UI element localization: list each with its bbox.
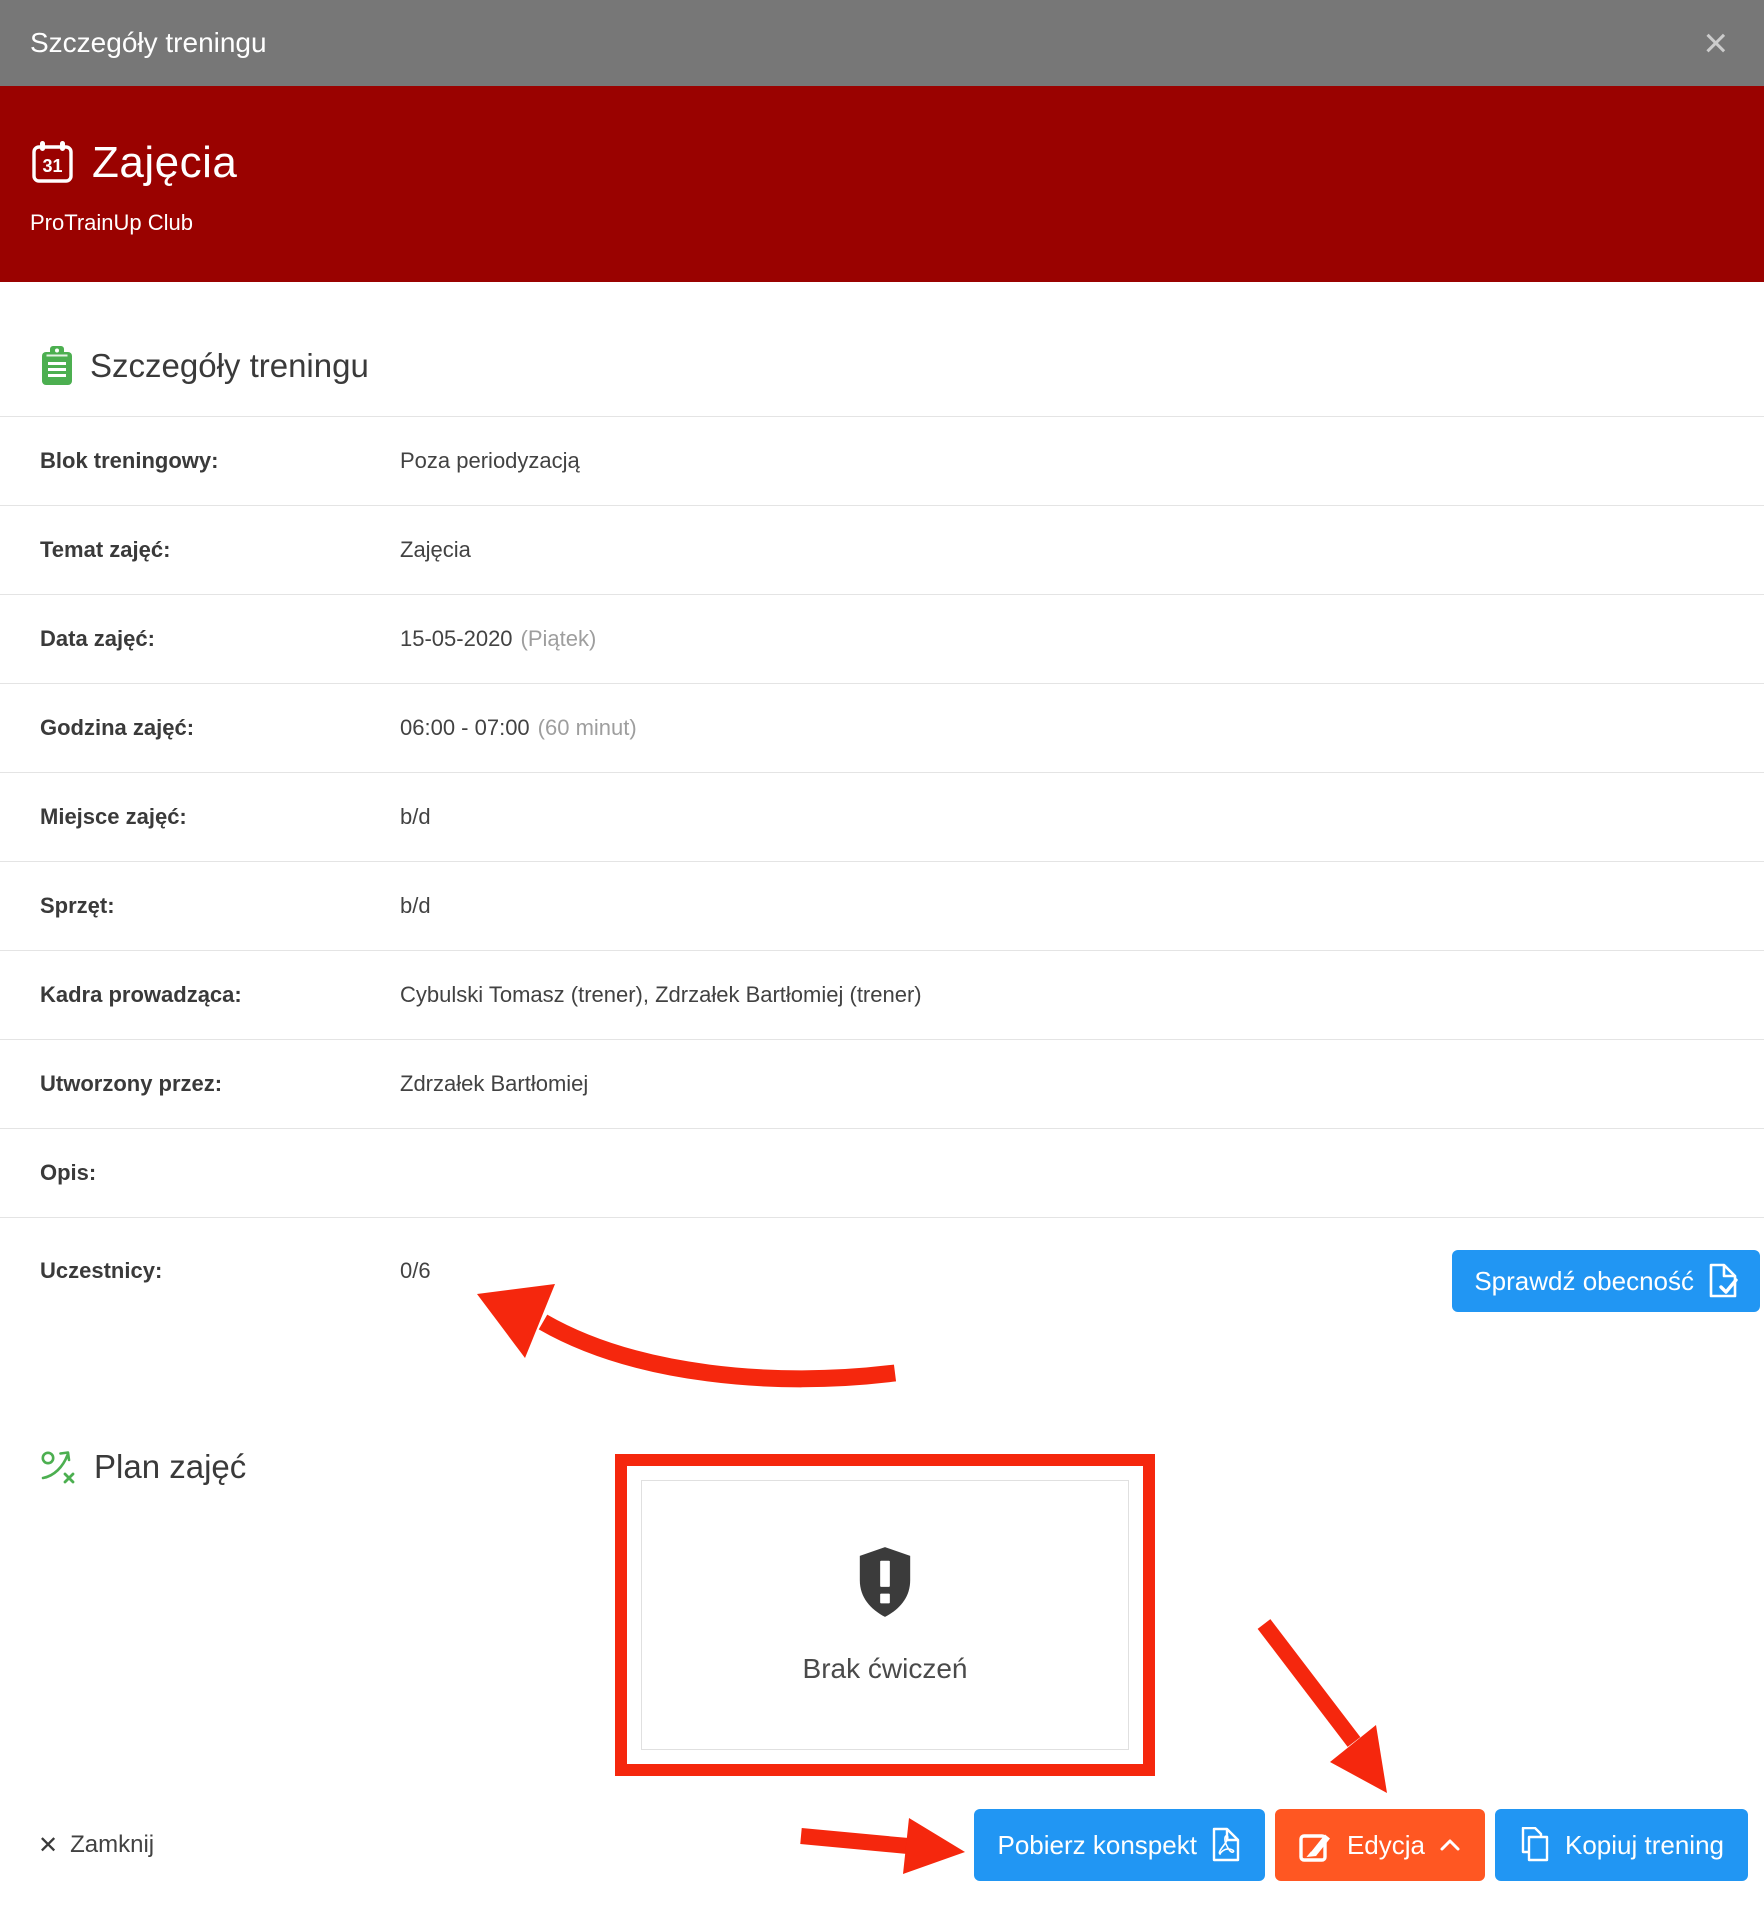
participants-row: Uczestnicy: 0/6 Sprawdź obecność: [0, 1218, 1764, 1424]
detail-row: Temat zajęć:Zajęcia: [0, 506, 1764, 595]
clipboard-icon: [40, 346, 74, 386]
row-value-muted: (Piątek): [521, 626, 597, 652]
row-label: Data zajęć:: [40, 626, 400, 652]
edit-pencil-icon: [1299, 1828, 1333, 1862]
check-attendance-button[interactable]: Sprawdź obecność: [1452, 1250, 1760, 1312]
svg-text:31: 31: [42, 156, 62, 176]
plan-heading-label: Plan zajęć: [94, 1448, 246, 1486]
details-section-heading: Szczegóły treningu: [40, 346, 1734, 386]
details-rows: Blok treningowy:Poza periodyzacjąTemat z…: [0, 417, 1764, 1218]
close-x-icon: ✕: [38, 1831, 58, 1860]
details-heading-label: Szczegóły treningu: [90, 347, 369, 385]
row-value: b/d: [400, 893, 431, 919]
chevron-up-icon: [1439, 1838, 1461, 1852]
copy-training-button[interactable]: Kopiuj trening: [1495, 1809, 1748, 1881]
row-value: b/d: [400, 804, 431, 830]
row-label: Utworzony przez:: [40, 1071, 400, 1097]
calendar-icon: 31: [30, 140, 76, 186]
edit-button[interactable]: Edycja: [1275, 1809, 1485, 1881]
annotation-box-red: Brak ćwiczeń: [615, 1454, 1155, 1776]
row-label: Miejsce zajęć:: [40, 804, 400, 830]
row-value: Zajęcia: [400, 537, 471, 563]
training-banner: 31 Zajęcia ProTrainUp Club: [0, 86, 1764, 282]
modal-title: Szczegóły treningu: [30, 27, 267, 59]
detail-row: Miejsce zajęć:b/d: [0, 773, 1764, 862]
detail-row: Data zajęć:15-05-2020 (Piątek): [0, 595, 1764, 684]
row-label: Temat zajęć:: [40, 537, 400, 563]
close-modal-button[interactable]: ✕ Zamknij: [38, 1831, 154, 1860]
copy-training-label: Kopiuj trening: [1565, 1830, 1724, 1861]
detail-row: Opis:: [0, 1129, 1764, 1218]
row-value: Cybulski Tomasz (trener), Zdrzałek Bartł…: [400, 982, 922, 1008]
detail-row: Kadra prowadząca:Cybulski Tomasz (trener…: [0, 951, 1764, 1040]
details-table: Blok treningowy:Poza periodyzacjąTemat z…: [0, 416, 1764, 1424]
detail-row: Sprzęt:b/d: [0, 862, 1764, 951]
plan-section: Plan zajęć Brak ćwiczeń: [40, 1424, 1734, 1799]
row-value: 06:00 - 07:00: [400, 715, 530, 741]
club-name: ProTrainUp Club: [30, 210, 1734, 236]
detail-row: Utworzony przez:Zdrzałek Bartłomiej: [0, 1040, 1764, 1129]
training-title: Zajęcia: [92, 138, 237, 188]
row-label: Uczestnicy:: [40, 1258, 400, 1284]
row-label: Godzina zajęć:: [40, 715, 400, 741]
row-label: Kadra prowadząca:: [40, 982, 400, 1008]
edit-label: Edycja: [1347, 1830, 1425, 1861]
row-value: Zdrzałek Bartłomiej: [400, 1071, 588, 1097]
modal-footer: ✕ Zamknij Pobierz konspekt Edycja Kopiuj…: [0, 1799, 1764, 1891]
modal-header: Szczegóły treningu ×: [0, 0, 1764, 86]
modal-content: Szczegóły treningu Blok treningowy:Poza …: [0, 346, 1764, 1799]
row-label: Blok treningowy:: [40, 448, 400, 474]
download-outline-button[interactable]: Pobierz konspekt: [974, 1809, 1265, 1881]
check-attendance-label: Sprawdź obecność: [1474, 1266, 1694, 1297]
row-value: Poza periodyzacją: [400, 448, 580, 474]
download-outline-label: Pobierz konspekt: [998, 1830, 1197, 1861]
no-exercises-label: Brak ćwiczeń: [803, 1653, 968, 1685]
pdf-file-icon: [1211, 1827, 1241, 1863]
copy-icon: [1519, 1827, 1551, 1863]
document-check-icon: [1708, 1263, 1738, 1299]
detail-row: Blok treningowy:Poza periodyzacją: [0, 417, 1764, 506]
strategy-icon: [40, 1448, 78, 1486]
close-icon[interactable]: ×: [1697, 22, 1734, 64]
row-label: Opis:: [40, 1160, 400, 1186]
no-exercises-panel: Brak ćwiczeń: [641, 1480, 1129, 1750]
row-value: 15-05-2020: [400, 626, 513, 652]
row-label: Sprzęt:: [40, 893, 400, 919]
row-value-muted: (60 minut): [538, 715, 637, 741]
detail-row: Godzina zajęć:06:00 - 07:00 (60 minut): [0, 684, 1764, 773]
shield-alert-icon: [854, 1545, 916, 1619]
close-label: Zamknij: [70, 1831, 154, 1859]
participants-count: 0/6: [400, 1258, 431, 1284]
